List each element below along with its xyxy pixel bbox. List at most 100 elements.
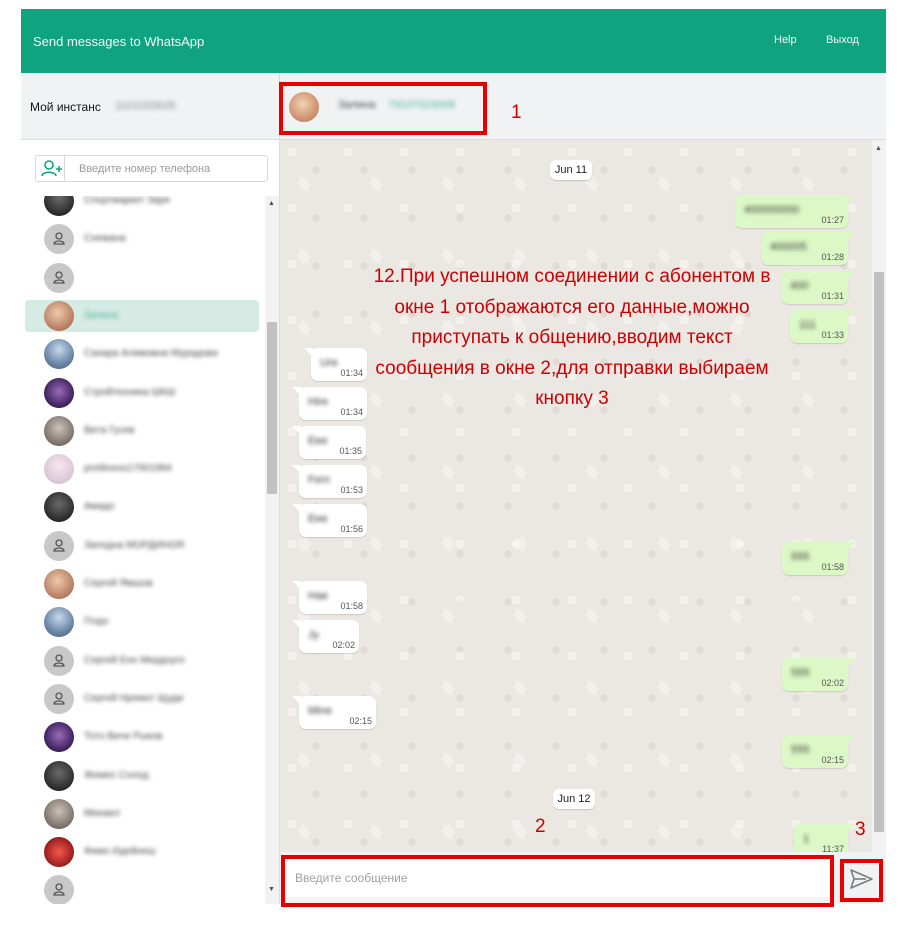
contact-item[interactable]: Спортмаркет Заря <box>25 196 259 217</box>
phone-search[interactable]: Введите номер телефона <box>35 155 268 182</box>
message-time: 11:37 <box>822 844 844 852</box>
top-bar: Send messages to WhatsApp Help Выход <box>21 9 886 73</box>
contact-name: Тото Виче Рыков <box>84 731 163 743</box>
outgoing-message: 555 02:02 <box>782 658 855 691</box>
incoming-message: Hire 01:34 <box>292 387 367 420</box>
incoming-message: Mine 02:15 <box>292 696 376 729</box>
contact-list-scroll-thumb[interactable] <box>267 322 277 494</box>
instance-label: Мой инстанс <box>30 100 101 114</box>
message-text: Hae <box>308 590 329 602</box>
annotation-number-3: 3 <box>855 819 866 840</box>
contact-item[interactable]: Заподна МОРДИНОЯ <box>25 530 259 562</box>
instance-id: 1101020628 <box>115 100 176 112</box>
annotation-box-3 <box>840 859 883 902</box>
message-area: Jun 11 400000000 01:27 400005 01:28 400 01:31 1… <box>280 140 886 852</box>
avatar <box>44 530 74 561</box>
message-time: 01:53 <box>340 485 363 495</box>
contact-item[interactable] <box>25 874 259 904</box>
avatar <box>44 875 74 904</box>
contact-item[interactable]: Снежана <box>25 223 259 255</box>
contact-item[interactable]: Сахара Алимовна Мурадова <box>25 338 259 370</box>
user-icon <box>53 883 65 897</box>
contact-name: Заподна МОРДИНОЯ <box>84 539 185 551</box>
annotation-box-1 <box>279 82 487 135</box>
avatar <box>44 683 74 714</box>
message-time: 01:56 <box>340 524 363 534</box>
outgoing-message: 400005 01:28 <box>761 232 855 265</box>
app-title: Send messages to WhatsApp <box>33 34 205 49</box>
message-time: 01:58 <box>340 601 363 611</box>
contact-item[interactable]: Стройтехника ШКШ <box>25 377 259 409</box>
chat-scroll-up-icon[interactable]: ▲ <box>875 145 882 152</box>
contact-item[interactable]: Плдо <box>25 606 259 638</box>
annotation-box-2 <box>281 855 834 907</box>
message-time: 01:31 <box>821 291 844 301</box>
contact-name: Сергей Ено Мердоуго <box>84 654 185 666</box>
scroll-down-icon[interactable]: ▼ <box>268 886 275 893</box>
message-text: 111 <box>799 319 816 331</box>
avatar <box>44 492 74 523</box>
date-separator: Jun 11 <box>550 160 592 180</box>
annotation-note: 12.При успешном соединении с абонентом в… <box>373 266 771 409</box>
add-user-icon[interactable] <box>36 156 65 181</box>
contact-item[interactable]: Сергей Ено Мердоуго <box>25 645 259 677</box>
avatar <box>44 196 74 216</box>
help-link[interactable]: Help <box>774 34 797 46</box>
message-text: Mine <box>308 705 332 717</box>
message-text: 400000000 <box>744 204 800 216</box>
contact-item[interactable]: Сергей Ямшов <box>25 568 259 600</box>
message-time: 01:34 <box>340 407 363 417</box>
contact-item[interactable]: Тото Виче Рыков <box>25 721 259 753</box>
contact-list: Спортмаркет Заря Снежана Залина Сахара Алим… <box>21 196 265 904</box>
message-time: 01:28 <box>821 252 844 262</box>
avatar <box>44 339 74 370</box>
message-text: 555 <box>791 667 810 679</box>
message-text: Jy <box>308 629 319 641</box>
message-time: 01:35 <box>339 446 362 456</box>
scroll-up-icon[interactable]: ▲ <box>268 200 275 207</box>
avatar <box>44 415 74 446</box>
contacts-panel: Введите номер телефона Спортмаркет Заря С… <box>21 140 280 904</box>
contact-item[interactable] <box>25 262 259 294</box>
user-icon <box>53 692 65 705</box>
contact-list-scrollbar[interactable]: ▲ ▼ <box>265 196 279 904</box>
message-time: 01:27 <box>821 215 844 225</box>
outgoing-message: 400 01:31 <box>781 271 855 304</box>
outgoing-message: 1 11:37 <box>794 824 855 852</box>
contact-item[interactable]: Вита Гусев <box>25 415 259 447</box>
message-scroll-thumb[interactable] <box>874 272 884 832</box>
contact-item[interactable]: Залина <box>25 299 259 332</box>
incoming-message: Eee 01:56 <box>292 504 367 537</box>
contact-item[interactable]: Амадо <box>25 491 259 523</box>
contact-item[interactable]: prettiness17001984 <box>25 453 259 485</box>
message-scrollbar[interactable]: ▲ <box>872 140 886 852</box>
contact-item[interactable]: Фимо Идейнеш <box>25 836 259 868</box>
avatar <box>44 645 74 676</box>
message-text: Hire <box>308 396 329 408</box>
avatar <box>44 377 74 408</box>
contact-name: Стройтехника ШКШ <box>84 386 176 398</box>
app-window: Send messages to WhatsApp Help Выход Мой… <box>21 9 886 904</box>
contact-item[interactable]: Жемес Солод <box>25 760 259 792</box>
contact-name: Амадо <box>84 501 115 513</box>
avatar <box>44 722 74 753</box>
outgoing-message: 400000000 01:27 <box>735 195 855 228</box>
avatar <box>44 224 74 255</box>
contact-name: Снежана <box>84 233 126 245</box>
contact-item[interactable]: Сергей Нремот Щуди <box>25 683 259 715</box>
message-time: 02:02 <box>821 678 844 688</box>
logout-link[interactable]: Выход <box>826 34 859 46</box>
incoming-message: Eee 01:35 <box>292 426 366 459</box>
message-time: 01:33 <box>821 330 844 340</box>
user-icon <box>53 270 65 284</box>
message-text: 400005 <box>770 241 807 253</box>
avatar <box>44 760 74 791</box>
contact-name: Сергей Нремот Щуди <box>84 692 184 704</box>
contact-name: Вита Гусев <box>84 424 135 436</box>
message-time: 02:15 <box>349 716 372 726</box>
annotation-number-1: 1 <box>511 102 522 123</box>
contact-name: Залина <box>84 309 119 321</box>
user-icon <box>53 539 65 552</box>
contact-item[interactable]: Михаил <box>25 798 259 830</box>
outgoing-message: 555 02:15 <box>782 735 855 768</box>
